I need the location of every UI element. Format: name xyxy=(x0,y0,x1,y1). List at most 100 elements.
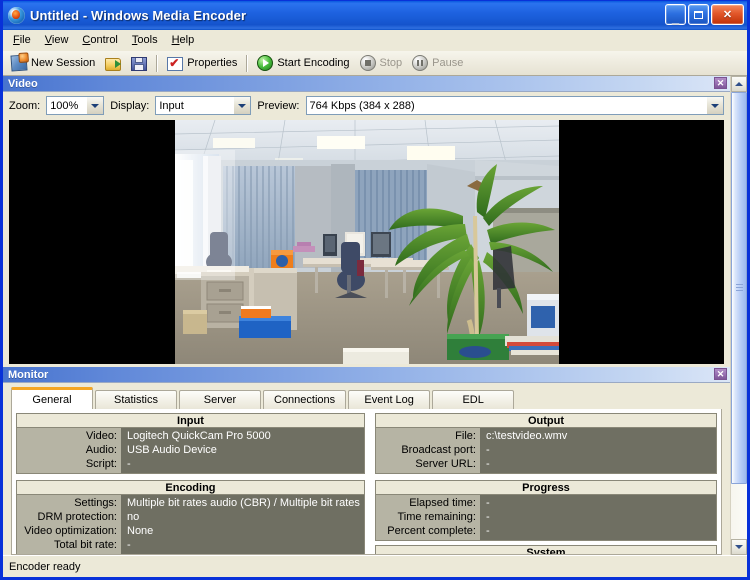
input-video-value: Logitech QuickCam Pro 5000 xyxy=(127,430,271,442)
zoom-value: 100% xyxy=(50,99,79,112)
display-label: Display: xyxy=(110,99,150,112)
preview-label: Preview: xyxy=(257,99,300,112)
status-bar: Encoder ready xyxy=(3,555,747,577)
tab-event-log[interactable]: Event Log xyxy=(348,390,431,409)
window-title: Untitled - Windows Media Encoder xyxy=(30,8,247,23)
play-icon xyxy=(257,55,274,71)
new-session-label: New Session xyxy=(31,57,96,69)
output-port-key: Broadcast port: xyxy=(401,444,476,456)
panes-container: Video ✕ Zoom: 100% Display: Input Previe… xyxy=(3,76,730,555)
section-system-title: System xyxy=(374,545,717,554)
input-script-value: - xyxy=(127,458,131,470)
new-session-icon xyxy=(10,54,28,72)
tab-server-label: Server xyxy=(203,394,237,406)
status-text: Encoder ready xyxy=(9,560,81,573)
input-video-key: Video: xyxy=(86,430,117,442)
section-output-keys: File: Broadcast port: Server URL: xyxy=(375,428,480,473)
general-tab-body: Input Video: Audio: Script: Logitech Qui… xyxy=(11,409,722,555)
properties-button[interactable]: Properties xyxy=(162,53,242,73)
minimize-button[interactable]: _ xyxy=(665,4,686,25)
tab-statistics-label: Statistics xyxy=(113,394,158,406)
encoding-settings-value: Multiple bit rates audio (CBR) / Multipl… xyxy=(127,497,360,509)
preview-value: 764 Kbps (384 x 288) xyxy=(309,99,415,112)
zoom-select[interactable]: 100% xyxy=(46,96,105,115)
video-preview-image xyxy=(174,120,559,364)
tab-statistics[interactable]: Statistics xyxy=(95,390,177,409)
progress-percent-key: Percent complete: xyxy=(387,525,476,537)
output-url-key: Server URL: xyxy=(415,458,476,470)
chevron-down-icon xyxy=(86,97,104,114)
menu-view[interactable]: View xyxy=(38,32,76,48)
section-progress-title: Progress xyxy=(374,480,717,495)
section-encoding: Encoding Settings: DRM protection: Video… xyxy=(16,480,365,554)
open-session-button[interactable] xyxy=(100,53,126,73)
display-select[interactable]: Input xyxy=(155,96,252,115)
progress-elapsed-value: - xyxy=(485,497,490,509)
close-button[interactable]: ✕ xyxy=(711,4,744,25)
video-pane-title: Video xyxy=(8,77,38,90)
application-window: Untitled - Windows Media Encoder _ ✕ Fil… xyxy=(0,0,750,580)
display-value: Input xyxy=(159,99,184,112)
stop-button: Stop xyxy=(355,53,408,73)
input-audio-value: USB Audio Device xyxy=(127,444,217,456)
video-pane: Video ✕ Zoom: 100% Display: Input Previe… xyxy=(3,76,730,364)
pause-icon xyxy=(412,55,429,71)
scroll-down-icon[interactable] xyxy=(731,539,747,555)
zoom-label: Zoom: xyxy=(9,99,41,112)
tab-connections-label: Connections xyxy=(274,394,336,406)
progress-elapsed-key: Elapsed time: xyxy=(409,497,476,509)
tab-general[interactable]: General xyxy=(11,387,93,409)
section-encoding-keys: Settings: DRM protection: Video optimiza… xyxy=(17,495,121,554)
section-progress-body: Elapsed time: Time remaining: Percent co… xyxy=(374,495,717,541)
toolbar: New Session Properties Start Encoding St… xyxy=(3,51,747,76)
stop-icon xyxy=(359,55,376,71)
pause-button: Pause xyxy=(407,53,468,73)
section-input-body: Video: Audio: Script: Logitech QuickCam … xyxy=(16,428,365,474)
maximize-button[interactable] xyxy=(688,4,709,25)
scrollbar-track[interactable] xyxy=(731,92,747,539)
tab-edl[interactable]: EDL xyxy=(432,390,515,409)
output-url-value: - xyxy=(485,458,490,470)
menu-tools[interactable]: Tools xyxy=(125,32,165,48)
new-session-button[interactable]: New Session xyxy=(6,53,100,73)
encoding-settings-key: Settings: xyxy=(74,497,117,509)
section-encoding-body: Settings: DRM protection: Video optimiza… xyxy=(16,495,365,554)
encoding-drm-value: no xyxy=(127,511,140,523)
vertical-scrollbar[interactable] xyxy=(730,76,747,555)
monitor-pane-close-icon[interactable]: ✕ xyxy=(714,368,727,380)
section-progress-values: - - - xyxy=(479,495,716,540)
monitor-pane: Monitor ✕ General Statistics Server Conn… xyxy=(3,367,730,555)
tab-event-log-label: Event Log xyxy=(364,394,414,406)
encoding-drm-key: DRM protection: xyxy=(37,511,117,523)
encoding-bitrate-key: Total bit rate: xyxy=(54,539,117,551)
output-port-value: - xyxy=(485,444,490,456)
menu-control[interactable]: Control xyxy=(75,32,124,48)
save-session-button[interactable] xyxy=(126,53,152,73)
scroll-up-icon[interactable] xyxy=(731,76,747,92)
start-encoding-button[interactable]: Start Encoding xyxy=(252,53,354,73)
section-output-values: c:\testvideo.wmv - - xyxy=(479,428,716,473)
chevron-down-icon xyxy=(233,97,251,114)
preview-select[interactable]: 764 Kbps (384 x 288) xyxy=(305,96,724,115)
output-file-key: File: xyxy=(455,430,476,442)
section-progress-keys: Elapsed time: Time remaining: Percent co… xyxy=(375,495,480,540)
tab-connections[interactable]: Connections xyxy=(263,390,347,409)
section-input-title: Input xyxy=(16,413,365,428)
encoder-globe-icon xyxy=(8,7,25,24)
video-controls: Zoom: 100% Display: Input Preview: 764 K… xyxy=(3,92,730,120)
menu-file[interactable]: File xyxy=(6,32,38,48)
section-encoding-title: Encoding xyxy=(16,480,365,495)
stop-label: Stop xyxy=(379,57,403,69)
tab-server[interactable]: Server xyxy=(179,390,261,409)
output-file-value: c:\testvideo.wmv xyxy=(485,430,568,442)
menu-help[interactable]: Help xyxy=(165,32,202,48)
section-output-body: File: Broadcast port: Server URL: c:\tes… xyxy=(374,428,717,474)
section-input-values: Logitech QuickCam Pro 5000 USB Audio Dev… xyxy=(121,428,364,473)
scrollbar-thumb[interactable] xyxy=(731,92,747,484)
toolbar-separator-2 xyxy=(246,54,249,72)
video-pane-close-icon[interactable]: ✕ xyxy=(714,77,727,89)
chevron-down-icon xyxy=(706,97,723,114)
toolbar-separator-1 xyxy=(156,54,159,72)
progress-remaining-key: Time remaining: xyxy=(397,511,476,523)
properties-checkbox-icon xyxy=(167,56,184,71)
